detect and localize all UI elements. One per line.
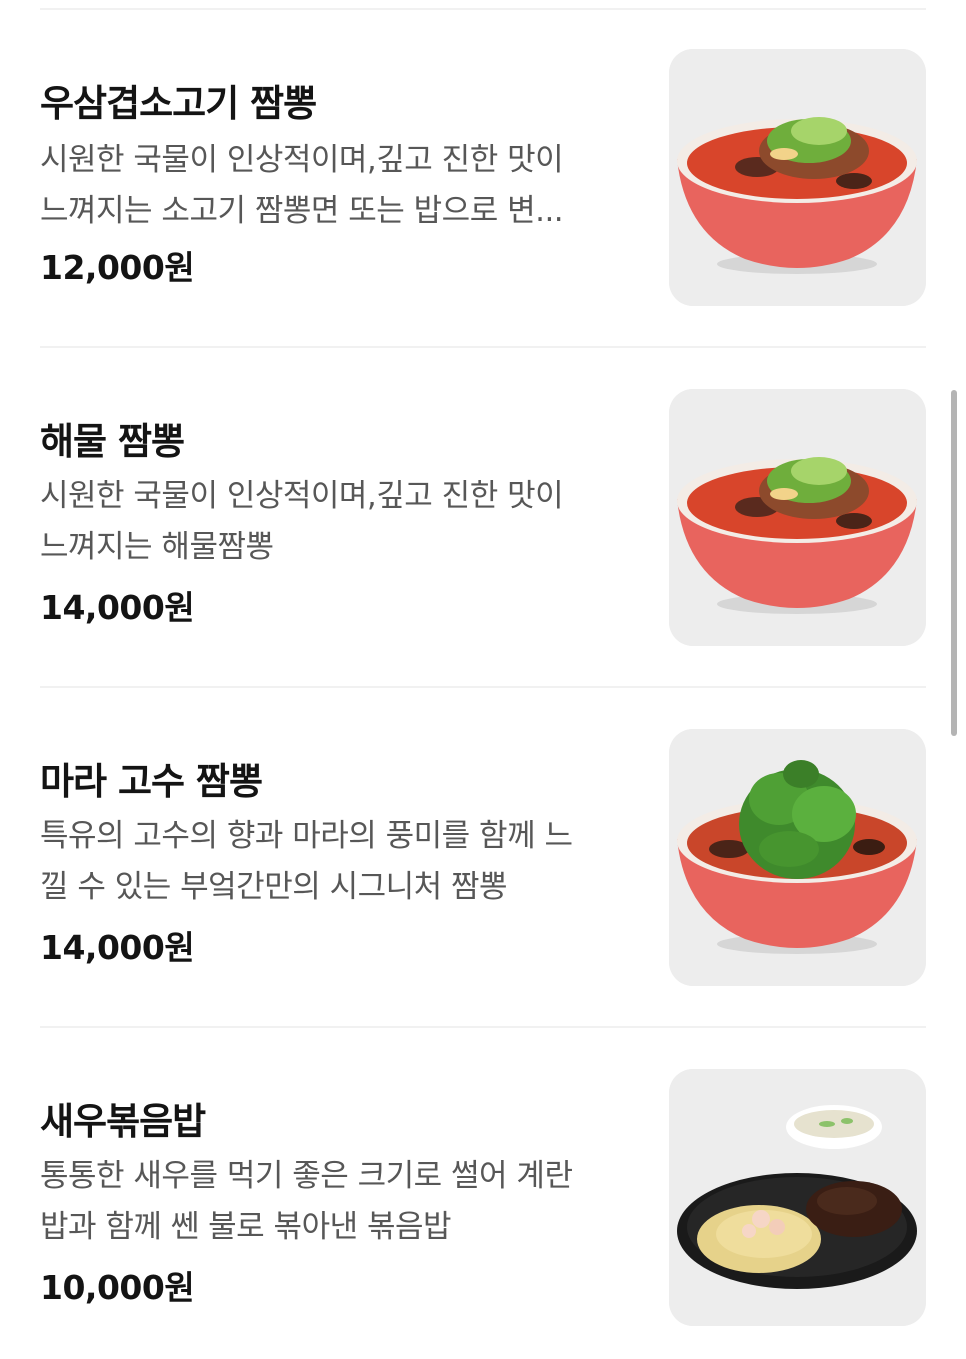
scrollbar[interactable] <box>951 390 957 736</box>
description-line: 시원한 국물이 인상적이며,깊고 진한 맛이 <box>40 478 564 514</box>
jjamppong-bowl-icon[interactable] <box>669 389 926 646</box>
menu-item-name: 마라 고수 짬뽕 <box>40 760 263 803</box>
description-line: 통통한 새우를 먹기 좋은 크기로 썰어 계란 <box>40 1158 573 1194</box>
menu-item-beef-jjamppong[interactable]: 우삼겹소고기 짬뽕 시원한 국물이 인상적이며,깊고 진한 맛이 느껴지는 소고… <box>0 8 966 348</box>
menu-item-price: 10,000원 <box>40 1268 195 1307</box>
description-line: 느껴지는 소고기 짬뽕면 또는 밥으로 변... <box>40 193 564 229</box>
coriander-jjamppong-bowl-icon[interactable] <box>669 729 926 986</box>
menu-item-seafood-jjamppong[interactable]: 해물 짬뽕 시원한 국물이 인상적이며,깊고 진한 맛이 느껴지는 해물짬뽕 1… <box>0 348 966 688</box>
menu-item-name: 해물 짬뽕 <box>40 420 185 463</box>
description-line: 시원한 국물이 인상적이며,깊고 진한 맛이 <box>40 142 564 178</box>
menu-item-name: 우삼겹소고기 짬뽕 <box>40 82 317 125</box>
menu-item-shrimp-fried-rice[interactable]: 새우볶음밥 통통한 새우를 먹기 좋은 크기로 썰어 계란 밥과 함께 쎈 불로… <box>0 1028 966 1359</box>
menu-item-description: 시원한 국물이 인상적이며,깊고 진한 맛이 느껴지는 소고기 짬뽕면 또는 밥… <box>40 135 640 237</box>
description-line: 밥과 함께 쎈 불로 볶아낸 볶음밥 <box>40 1209 452 1245</box>
menu-item-description: 통통한 새우를 먹기 좋은 크기로 썰어 계란 밥과 함께 쎈 불로 볶아낸 볶… <box>40 1151 640 1253</box>
shrimp-fried-rice-plate-icon[interactable] <box>669 1069 926 1326</box>
jjamppong-bowl-icon[interactable] <box>669 49 926 306</box>
menu-list-page: 우삼겹소고기 짬뽕 시원한 국물이 인상적이며,깊고 진한 맛이 느껴지는 소고… <box>0 0 966 1359</box>
menu-item-price: 14,000원 <box>40 928 195 967</box>
menu-item-name: 새우볶음밥 <box>40 1100 206 1143</box>
description-line: 낄 수 있는 부엌간만의 시그니처 짬뽕 <box>40 869 508 905</box>
menu-item-description: 특유의 고수의 향과 마라의 풍미를 함께 느 낄 수 있는 부엌간만의 시그니… <box>40 811 640 913</box>
menu-item-description: 시원한 국물이 인상적이며,깊고 진한 맛이 느껴지는 해물짬뽕 <box>40 471 640 573</box>
menu-item-price: 14,000원 <box>40 588 195 627</box>
description-line: 느껴지는 해물짬뽕 <box>40 529 274 565</box>
menu-item-mala-coriander-jjamppong[interactable]: 마라 고수 짬뽕 특유의 고수의 향과 마라의 풍미를 함께 느 낄 수 있는 … <box>0 688 966 1028</box>
menu-item-price: 12,000원 <box>40 248 195 287</box>
description-line: 특유의 고수의 향과 마라의 풍미를 함께 느 <box>40 818 573 854</box>
